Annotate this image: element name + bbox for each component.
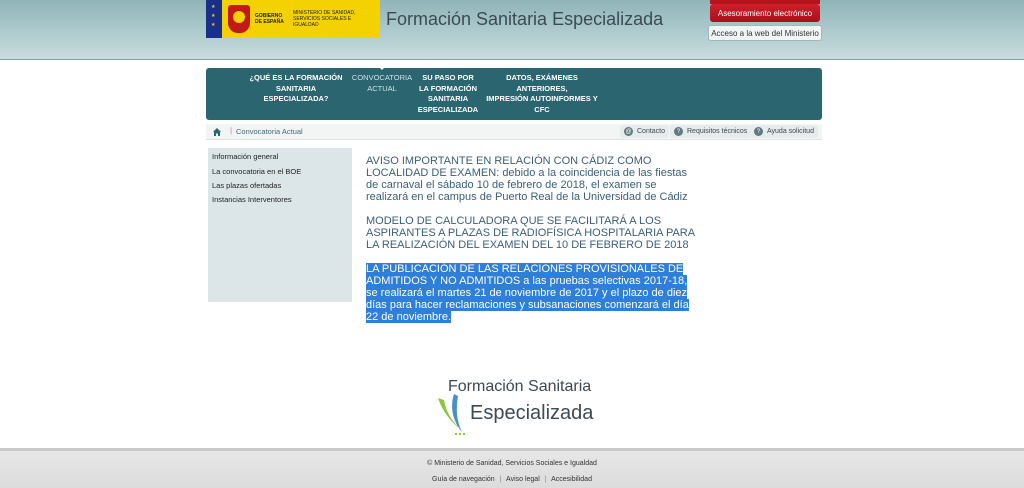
copyright-text: © Ministerio de Sanidad, Servicios Socia…	[427, 460, 597, 467]
fse-logo: Formación Sanitaria Especializada	[432, 378, 632, 438]
notice-cadiz[interactable]: AVISO IMPORTANTE EN RELACIÓN CON CÁDIZ C…	[366, 155, 700, 203]
main-navigation: ¿QUÉ ES LA FORMACIÓN SANITARIA ESPECIALI…	[206, 66, 822, 120]
footer-link-legal-notice[interactable]: Aviso legal	[506, 476, 540, 483]
home-icon[interactable]	[212, 127, 222, 137]
leaf-swoosh-icon	[438, 394, 466, 436]
footer-separator: |	[544, 476, 547, 483]
side-menu-item-instancias-interventores[interactable]: Instancias Interventores	[212, 195, 292, 204]
help-request-label: Ayuda solicitud	[767, 128, 814, 135]
site-title[interactable]: Formación Sanitaria Especializada	[386, 9, 663, 30]
side-menu-item-plazas-ofertadas[interactable]: Las plazas ofertadas	[212, 181, 281, 190]
footer-links: Guía de navegación | Aviso legal | Acces…	[0, 476, 1024, 483]
side-menu: Información general La convocatoria en e…	[208, 148, 352, 302]
nav-item-su-paso[interactable]: SU PASO POR LA FORMACIÓN SANITARIA ESPEC…	[416, 73, 480, 115]
site-header: GOBIERNO DE ESPAÑA MINISTERIO DE SANIDAD…	[0, 0, 1024, 60]
nav-item-datos-examenes[interactable]: DATOS, EXÁMENES ANTERIORES, IMPRESIÓN AU…	[480, 73, 604, 115]
gov-text: GOBIERNO DE ESPAÑA	[255, 13, 284, 25]
technical-requirements-link[interactable]: ? Requisitos técnicos	[670, 125, 752, 138]
nav-item-convocatoria-actual[interactable]: CONVOCATORIA ACTUAL	[351, 66, 413, 94]
breadcrumb-current[interactable]: Convocatoria Actual	[236, 127, 303, 136]
footer-separator: |	[499, 476, 502, 483]
notice-admitted-lists[interactable]: LA PUBLICACIÓN DE LAS RELACIONES PROVISI…	[366, 263, 700, 323]
nav-item-label: SU PASO POR LA FORMACIÓN SANITARIA ESPEC…	[417, 73, 479, 114]
ministry-text: MINISTERIO DE SANIDAD, SERVICIOS SOCIALE…	[293, 10, 356, 28]
help-circle-icon: ?	[674, 127, 683, 136]
breadcrumb: | Convocatoria Actual @ Contacto ? Requi…	[206, 124, 822, 140]
notice-calculator[interactable]: MODELO DE CALCULADORA QUE SE FACILITARÁ …	[366, 215, 700, 251]
breadcrumb-separator: |	[230, 126, 233, 135]
nav-item-que-es[interactable]: ¿QUÉ ES LA FORMACIÓN SANITARIA ESPECIALI…	[244, 73, 348, 105]
main-content: AVISO IMPORTANTE EN RELACIÓN CON CÁDIZ C…	[366, 155, 700, 335]
side-menu-item-informacion-general[interactable]: Información general	[212, 152, 278, 161]
help-request-link[interactable]: ? Ayuda solicitud	[750, 125, 818, 138]
logo-line-2: Especializada	[470, 402, 594, 424]
side-menu-item-convocatoria-boe[interactable]: La convocatoria en el BOE	[212, 167, 301, 176]
technical-requirements-label: Requisitos técnicos	[687, 128, 748, 135]
nav-item-label: DATOS, EXÁMENES ANTERIORES, IMPRESIÓN AU…	[486, 73, 598, 114]
contact-link[interactable]: @ Contacto	[620, 125, 670, 138]
nav-item-label: CONVOCATORIA ACTUAL	[351, 73, 413, 93]
nav-item-label: ¿QUÉ ES LA FORMACIÓN SANITARIA ESPECIALI…	[249, 73, 343, 103]
footer-link-accessibility[interactable]: Accesibilidad	[551, 476, 592, 483]
help-circle-icon: ?	[754, 127, 763, 136]
eu-flag-icon	[206, 0, 222, 38]
footer-link-navigation-guide[interactable]: Guía de navegación	[432, 476, 495, 483]
government-logo[interactable]: GOBIERNO DE ESPAÑA MINISTERIO DE SANIDAD…	[206, 0, 380, 38]
contact-label: Contacto	[637, 128, 666, 135]
electronic-advice-button[interactable]: Asesoramiento electrónico	[710, 0, 820, 22]
coat-of-arms-icon	[228, 5, 250, 33]
site-footer: © Ministerio de Sanidad, Servicios Socia…	[0, 448, 1024, 488]
contact-icon: @	[624, 127, 633, 136]
ministry-web-button[interactable]: Acceso a la web del Ministerio	[708, 25, 822, 41]
selected-text: LA PUBLICACIÓN DE LAS RELACIONES PROVISI…	[366, 263, 689, 323]
